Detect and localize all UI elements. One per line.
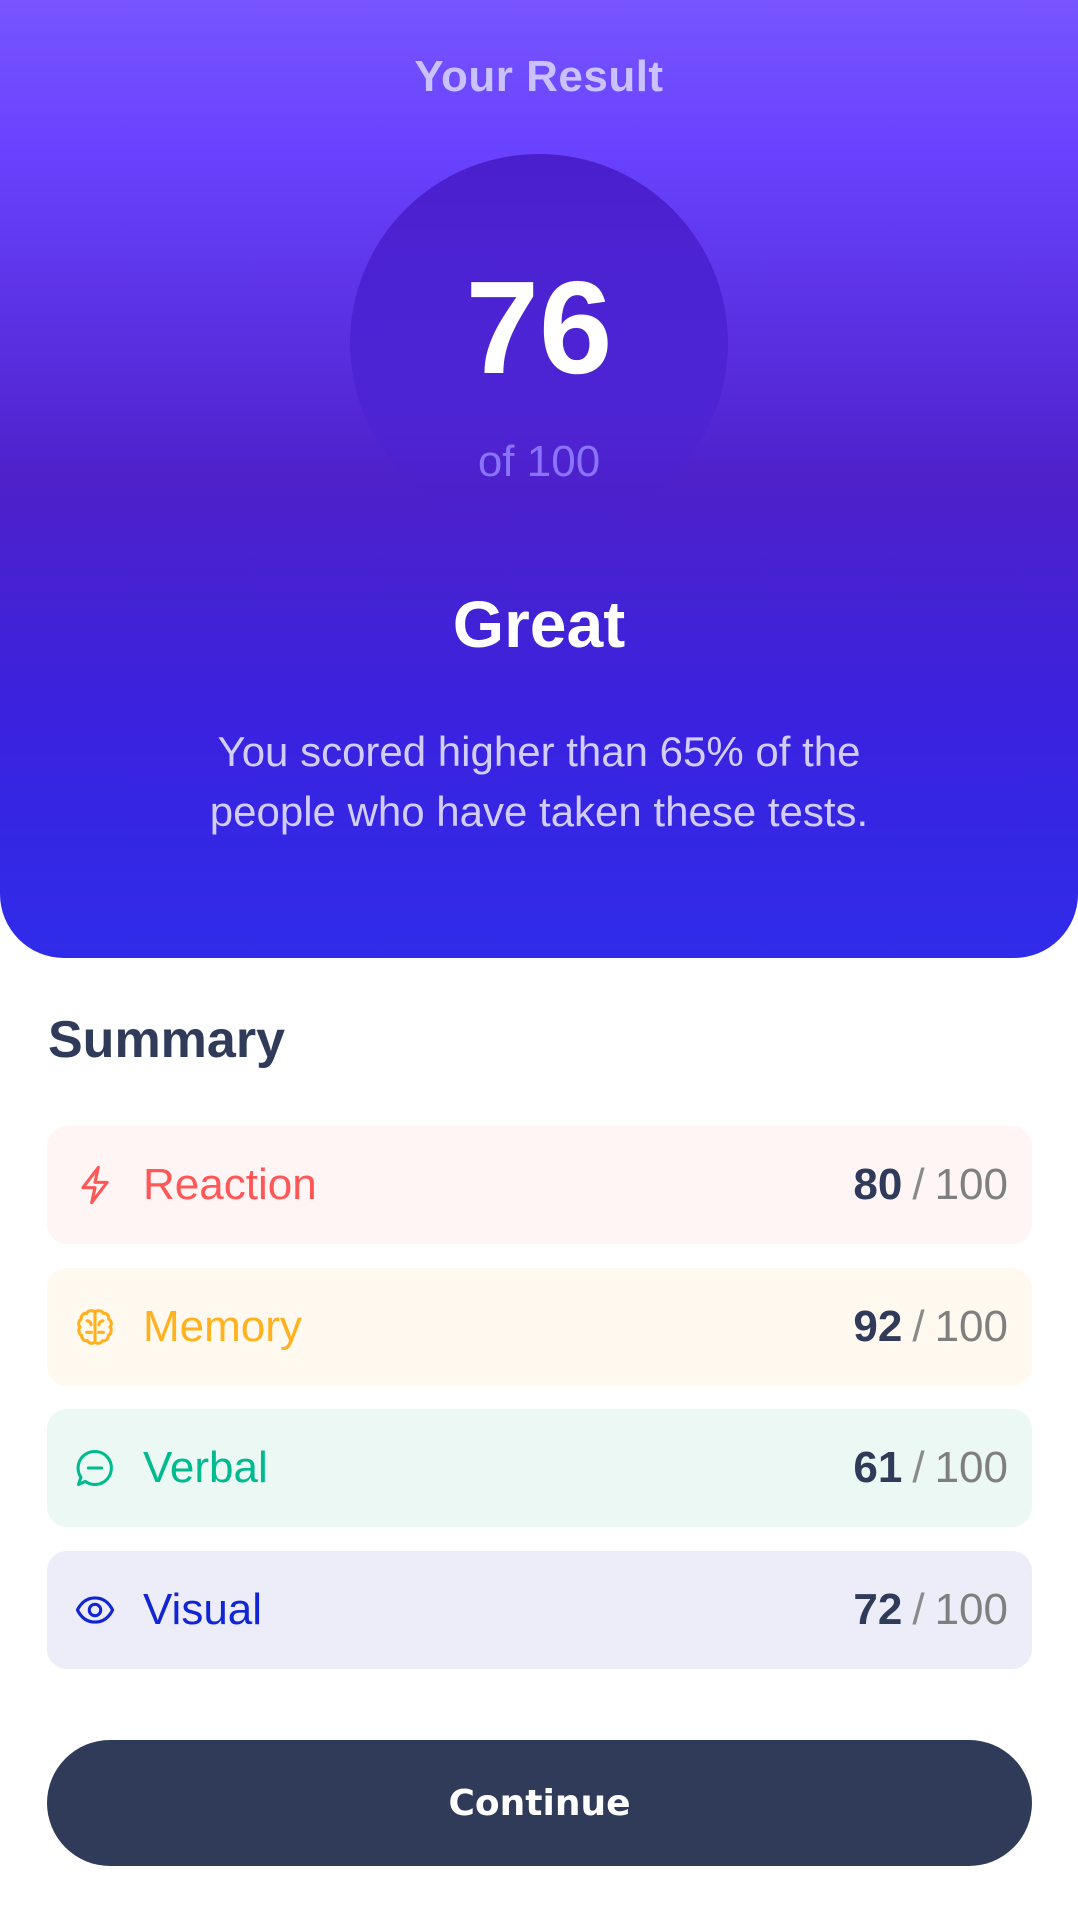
summary-item-label: Memory — [143, 1302, 302, 1351]
continue-button[interactable]: Continue — [47, 1740, 1032, 1866]
summary-title: Summary — [48, 1011, 285, 1069]
score-max: 100 — [934, 1443, 1008, 1492]
summary-item-label: Reaction — [143, 1160, 317, 1209]
summary-item-memory: Memory 92/100 — [47, 1268, 1032, 1386]
eye-icon — [73, 1588, 117, 1632]
score-value: 76 — [465, 254, 613, 401]
score-circle: 76 of 100 — [350, 154, 728, 532]
score-obtained: 92 — [853, 1302, 903, 1351]
summary-item-verbal: Verbal 61/100 — [47, 1409, 1032, 1527]
summary-item-label: Visual — [143, 1585, 263, 1634]
score-out-of: of 100 — [477, 437, 601, 486]
score-separator: / — [912, 1160, 925, 1209]
summary-item-score: 61/100 — [853, 1446, 1008, 1490]
lightning-icon — [73, 1163, 117, 1207]
score-separator: / — [912, 1585, 925, 1634]
summary-item-score: 80/100 — [853, 1163, 1008, 1207]
summary-item-visual: Visual 72/100 — [47, 1551, 1032, 1669]
chat-bubble-icon — [73, 1446, 117, 1490]
summary-item-label: Verbal — [143, 1443, 268, 1492]
brain-icon — [73, 1305, 117, 1349]
score-separator: / — [912, 1302, 925, 1351]
score-obtained: 72 — [853, 1585, 903, 1634]
rating-label: Great — [452, 587, 626, 661]
score-obtained: 80 — [853, 1160, 903, 1209]
summary-item-score: 92/100 — [853, 1305, 1008, 1349]
score-obtained: 61 — [853, 1443, 903, 1492]
summary-item-reaction: Reaction 80/100 — [47, 1126, 1032, 1244]
result-panel: Your Result 76 of 100 Great You scored h… — [0, 0, 1078, 958]
result-title: Your Result — [414, 52, 664, 101]
summary-item-score: 72/100 — [853, 1588, 1008, 1632]
score-max: 100 — [934, 1160, 1008, 1209]
score-max: 100 — [934, 1585, 1008, 1634]
score-max: 100 — [934, 1302, 1008, 1351]
result-description: You scored higher than 65% of the people… — [209, 728, 869, 835]
score-separator: / — [912, 1443, 925, 1492]
